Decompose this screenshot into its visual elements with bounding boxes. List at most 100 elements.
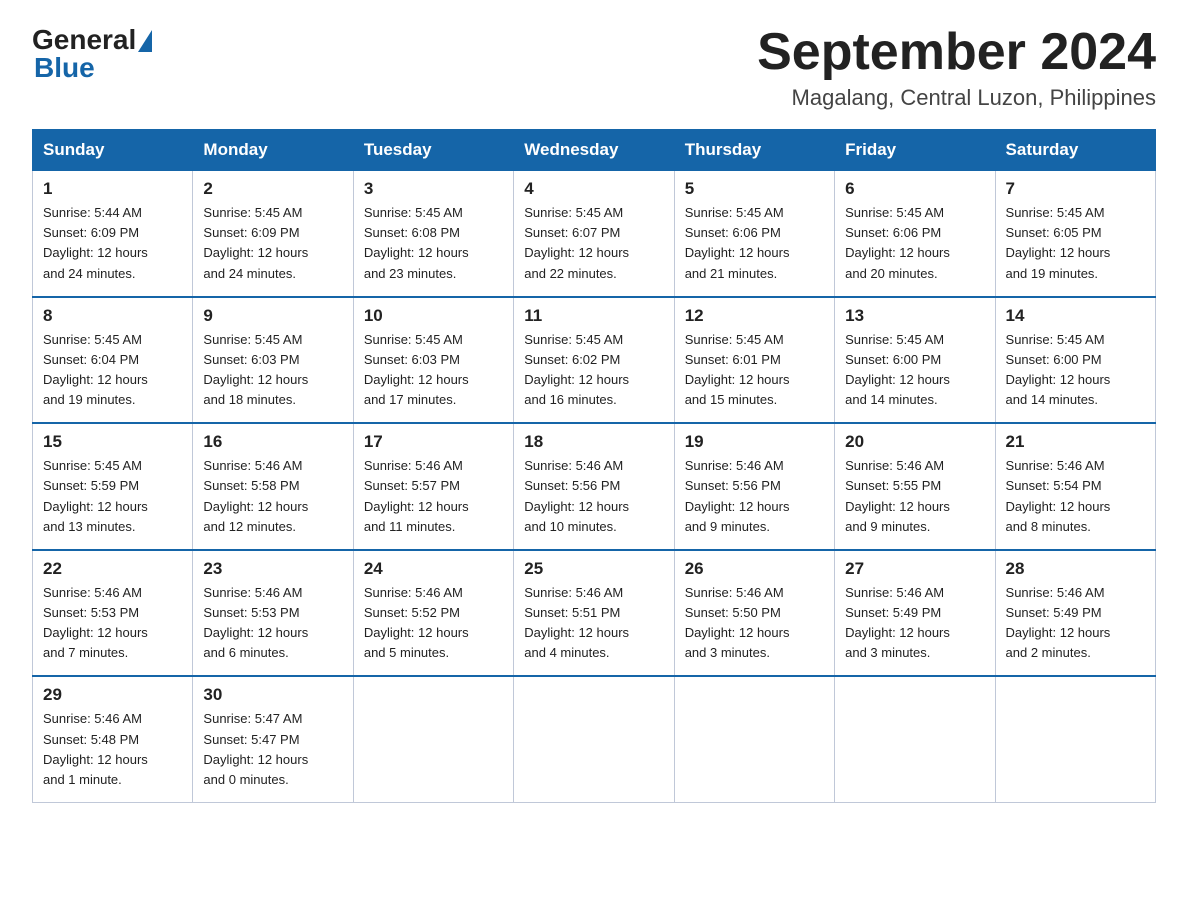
table-row: 4 Sunrise: 5:45 AMSunset: 6:07 PMDayligh… <box>514 171 674 297</box>
table-row: 23 Sunrise: 5:46 AMSunset: 5:53 PMDaylig… <box>193 550 353 677</box>
day-number: 6 <box>845 179 984 199</box>
day-number: 14 <box>1006 306 1145 326</box>
day-info: Sunrise: 5:46 AMSunset: 5:48 PMDaylight:… <box>43 711 148 786</box>
day-info: Sunrise: 5:44 AMSunset: 6:09 PMDaylight:… <box>43 205 148 280</box>
day-info: Sunrise: 5:45 AMSunset: 6:07 PMDaylight:… <box>524 205 629 280</box>
week-row: 22 Sunrise: 5:46 AMSunset: 5:53 PMDaylig… <box>33 550 1156 677</box>
location-subtitle: Magalang, Central Luzon, Philippines <box>757 85 1156 111</box>
day-number: 8 <box>43 306 182 326</box>
day-info: Sunrise: 5:45 AMSunset: 6:01 PMDaylight:… <box>685 332 790 407</box>
table-row <box>514 676 674 802</box>
day-info: Sunrise: 5:45 AMSunset: 6:09 PMDaylight:… <box>203 205 308 280</box>
table-row: 10 Sunrise: 5:45 AMSunset: 6:03 PMDaylig… <box>353 297 513 424</box>
table-row: 18 Sunrise: 5:46 AMSunset: 5:56 PMDaylig… <box>514 423 674 550</box>
month-year-title: September 2024 <box>757 24 1156 81</box>
table-row: 19 Sunrise: 5:46 AMSunset: 5:56 PMDaylig… <box>674 423 834 550</box>
day-info: Sunrise: 5:46 AMSunset: 5:53 PMDaylight:… <box>203 585 308 660</box>
day-number: 10 <box>364 306 503 326</box>
col-saturday: Saturday <box>995 130 1155 171</box>
col-monday: Monday <box>193 130 353 171</box>
table-row: 13 Sunrise: 5:45 AMSunset: 6:00 PMDaylig… <box>835 297 995 424</box>
day-number: 26 <box>685 559 824 579</box>
header-row: Sunday Monday Tuesday Wednesday Thursday… <box>33 130 1156 171</box>
day-info: Sunrise: 5:46 AMSunset: 5:57 PMDaylight:… <box>364 458 469 533</box>
col-wednesday: Wednesday <box>514 130 674 171</box>
day-info: Sunrise: 5:46 AMSunset: 5:56 PMDaylight:… <box>685 458 790 533</box>
table-row: 12 Sunrise: 5:45 AMSunset: 6:01 PMDaylig… <box>674 297 834 424</box>
week-row: 1 Sunrise: 5:44 AMSunset: 6:09 PMDayligh… <box>33 171 1156 297</box>
day-number: 28 <box>1006 559 1145 579</box>
table-row: 11 Sunrise: 5:45 AMSunset: 6:02 PMDaylig… <box>514 297 674 424</box>
logo: General Blue <box>32 24 152 84</box>
day-number: 4 <box>524 179 663 199</box>
table-row <box>674 676 834 802</box>
table-row: 26 Sunrise: 5:46 AMSunset: 5:50 PMDaylig… <box>674 550 834 677</box>
table-row <box>835 676 995 802</box>
day-number: 1 <box>43 179 182 199</box>
day-info: Sunrise: 5:46 AMSunset: 5:51 PMDaylight:… <box>524 585 629 660</box>
day-number: 16 <box>203 432 342 452</box>
day-info: Sunrise: 5:45 AMSunset: 6:06 PMDaylight:… <box>685 205 790 280</box>
table-row: 7 Sunrise: 5:45 AMSunset: 6:05 PMDayligh… <box>995 171 1155 297</box>
col-thursday: Thursday <box>674 130 834 171</box>
day-number: 15 <box>43 432 182 452</box>
table-row: 1 Sunrise: 5:44 AMSunset: 6:09 PMDayligh… <box>33 171 193 297</box>
day-number: 25 <box>524 559 663 579</box>
day-number: 9 <box>203 306 342 326</box>
day-number: 18 <box>524 432 663 452</box>
day-info: Sunrise: 5:46 AMSunset: 5:56 PMDaylight:… <box>524 458 629 533</box>
day-info: Sunrise: 5:45 AMSunset: 6:06 PMDaylight:… <box>845 205 950 280</box>
table-row: 14 Sunrise: 5:45 AMSunset: 6:00 PMDaylig… <box>995 297 1155 424</box>
table-row <box>353 676 513 802</box>
calendar-table: Sunday Monday Tuesday Wednesday Thursday… <box>32 129 1156 803</box>
day-number: 11 <box>524 306 663 326</box>
page-header: General Blue September 2024 Magalang, Ce… <box>32 24 1156 111</box>
col-friday: Friday <box>835 130 995 171</box>
day-info: Sunrise: 5:45 AMSunset: 6:03 PMDaylight:… <box>203 332 308 407</box>
table-row: 17 Sunrise: 5:46 AMSunset: 5:57 PMDaylig… <box>353 423 513 550</box>
table-row: 29 Sunrise: 5:46 AMSunset: 5:48 PMDaylig… <box>33 676 193 802</box>
day-info: Sunrise: 5:46 AMSunset: 5:53 PMDaylight:… <box>43 585 148 660</box>
day-number: 12 <box>685 306 824 326</box>
col-tuesday: Tuesday <box>353 130 513 171</box>
day-number: 30 <box>203 685 342 705</box>
table-row: 6 Sunrise: 5:45 AMSunset: 6:06 PMDayligh… <box>835 171 995 297</box>
day-number: 7 <box>1006 179 1145 199</box>
table-row: 21 Sunrise: 5:46 AMSunset: 5:54 PMDaylig… <box>995 423 1155 550</box>
week-row: 8 Sunrise: 5:45 AMSunset: 6:04 PMDayligh… <box>33 297 1156 424</box>
day-number: 21 <box>1006 432 1145 452</box>
col-sunday: Sunday <box>33 130 193 171</box>
table-row: 15 Sunrise: 5:45 AMSunset: 5:59 PMDaylig… <box>33 423 193 550</box>
day-number: 23 <box>203 559 342 579</box>
table-row: 24 Sunrise: 5:46 AMSunset: 5:52 PMDaylig… <box>353 550 513 677</box>
logo-triangle-icon <box>138 30 152 52</box>
week-row: 29 Sunrise: 5:46 AMSunset: 5:48 PMDaylig… <box>33 676 1156 802</box>
day-number: 19 <box>685 432 824 452</box>
day-info: Sunrise: 5:46 AMSunset: 5:58 PMDaylight:… <box>203 458 308 533</box>
day-number: 24 <box>364 559 503 579</box>
day-number: 17 <box>364 432 503 452</box>
day-info: Sunrise: 5:46 AMSunset: 5:50 PMDaylight:… <box>685 585 790 660</box>
day-info: Sunrise: 5:46 AMSunset: 5:55 PMDaylight:… <box>845 458 950 533</box>
table-row: 20 Sunrise: 5:46 AMSunset: 5:55 PMDaylig… <box>835 423 995 550</box>
day-number: 20 <box>845 432 984 452</box>
logo-blue-text: Blue <box>34 52 95 84</box>
table-row: 5 Sunrise: 5:45 AMSunset: 6:06 PMDayligh… <box>674 171 834 297</box>
day-info: Sunrise: 5:46 AMSunset: 5:54 PMDaylight:… <box>1006 458 1111 533</box>
day-info: Sunrise: 5:45 AMSunset: 6:08 PMDaylight:… <box>364 205 469 280</box>
table-row: 30 Sunrise: 5:47 AMSunset: 5:47 PMDaylig… <box>193 676 353 802</box>
day-number: 13 <box>845 306 984 326</box>
day-info: Sunrise: 5:45 AMSunset: 6:00 PMDaylight:… <box>1006 332 1111 407</box>
day-info: Sunrise: 5:45 AMSunset: 5:59 PMDaylight:… <box>43 458 148 533</box>
table-row: 28 Sunrise: 5:46 AMSunset: 5:49 PMDaylig… <box>995 550 1155 677</box>
table-row: 8 Sunrise: 5:45 AMSunset: 6:04 PMDayligh… <box>33 297 193 424</box>
day-info: Sunrise: 5:45 AMSunset: 6:02 PMDaylight:… <box>524 332 629 407</box>
day-number: 22 <box>43 559 182 579</box>
day-info: Sunrise: 5:45 AMSunset: 6:03 PMDaylight:… <box>364 332 469 407</box>
day-info: Sunrise: 5:46 AMSunset: 5:52 PMDaylight:… <box>364 585 469 660</box>
week-row: 15 Sunrise: 5:45 AMSunset: 5:59 PMDaylig… <box>33 423 1156 550</box>
table-row <box>995 676 1155 802</box>
table-row: 25 Sunrise: 5:46 AMSunset: 5:51 PMDaylig… <box>514 550 674 677</box>
day-number: 3 <box>364 179 503 199</box>
day-info: Sunrise: 5:45 AMSunset: 6:04 PMDaylight:… <box>43 332 148 407</box>
